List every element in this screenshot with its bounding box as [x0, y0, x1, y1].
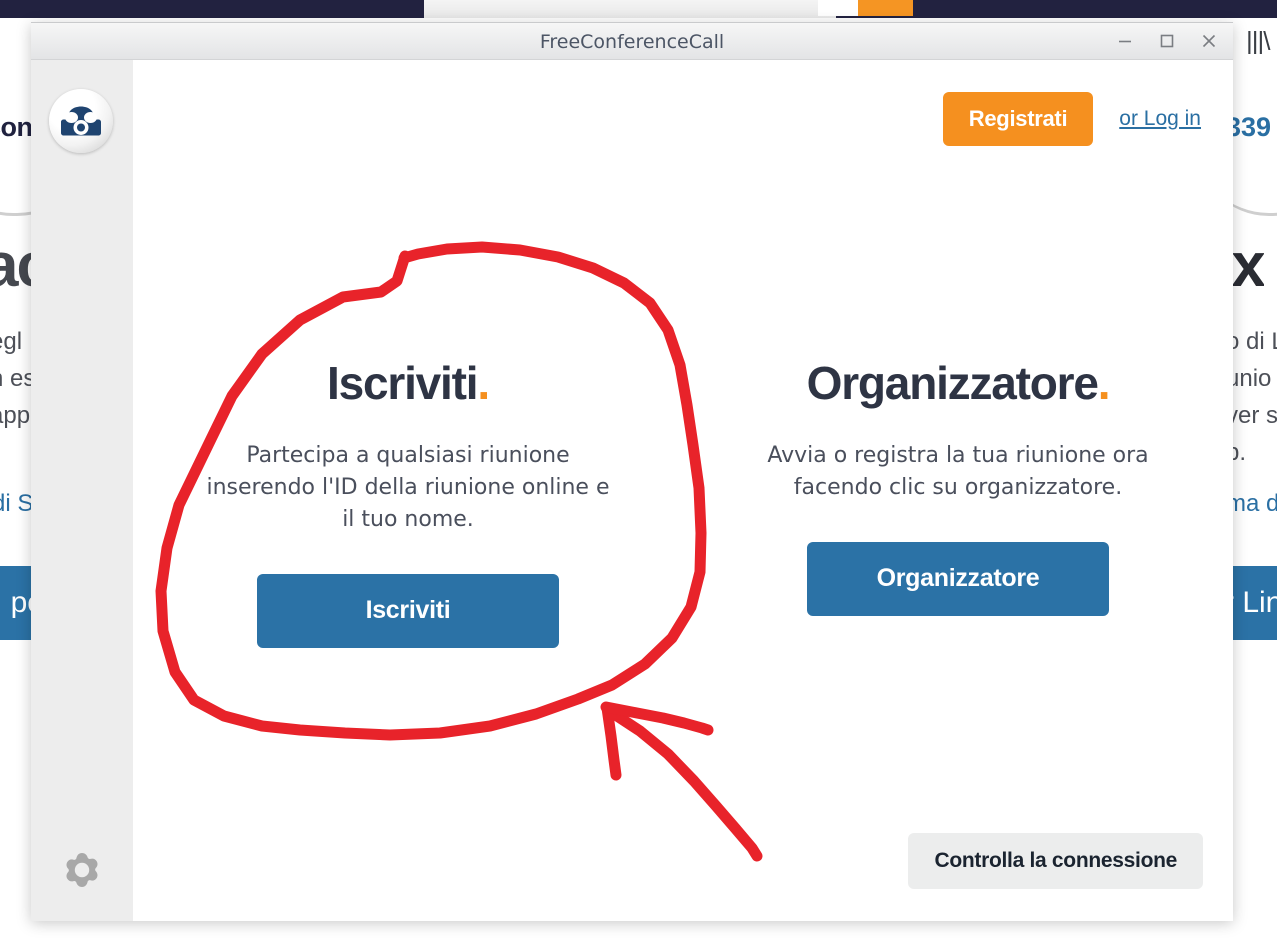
content-header: Registrati or Log in [942, 92, 1201, 146]
iscriviti-button[interactable]: Iscriviti [257, 573, 559, 648]
organizzatore-button[interactable]: Organizzatore [807, 541, 1109, 616]
check-connection-button[interactable]: Controlla la connessione [908, 833, 1203, 889]
panel-title-dot: . [1097, 357, 1111, 409]
bg-body-line-right-3: ver s [1226, 402, 1277, 429]
maximize-icon[interactable] [1155, 29, 1179, 53]
window-titlebar[interactable]: FreeConferenceCall [31, 22, 1233, 60]
panels-container: Iscriviti. Partecipa a qualsiasi riunion… [133, 360, 1233, 648]
app-sidebar [31, 60, 133, 921]
login-link[interactable]: or Log in [1119, 107, 1201, 131]
minimize-icon[interactable] [1113, 29, 1137, 53]
window-controls [1113, 23, 1221, 59]
panel-title-text: Organizzatore [806, 357, 1099, 409]
panel-description-iscriviti: Partecipa a qualsiasi riunione inserendo… [206, 443, 610, 532]
window-title: FreeConferenceCall [539, 31, 725, 53]
panel-title-dot: . [477, 357, 490, 409]
close-icon[interactable] [1197, 29, 1221, 53]
freeconferencecall-window: FreeConferenceCall Registrati or Log in … [31, 22, 1233, 921]
bg-link-fragment-left[interactable]: di S [0, 490, 33, 518]
register-button[interactable]: Registrati [942, 92, 1094, 146]
panel-organizzatore: Organizzatore. Avvia o registra la tua r… [683, 360, 1233, 648]
bg-body-line-left-1: egl [0, 328, 23, 355]
panel-title-iscriviti: Iscriviti. [133, 360, 683, 406]
bg-phone-fragment-left: con [0, 112, 33, 142]
panel-title-organizzatore: Organizzatore. [683, 360, 1233, 406]
library-icon[interactable]: |||\ [1246, 28, 1277, 54]
app-content: Registrati or Log in Iscriviti. Partecip… [133, 60, 1233, 921]
app-body: Registrati or Log in Iscriviti. Partecip… [31, 60, 1233, 921]
bg-body-line-left-3: app [0, 402, 31, 429]
background-browser-topbar-gap [424, 0, 836, 18]
panel-title-text: Iscriviti [327, 357, 478, 409]
bg-link-fragment-right[interactable]: ma d [1226, 490, 1277, 518]
background-topbar-orange-block [858, 0, 913, 16]
panel-iscriviti: Iscriviti. Partecipa a qualsiasi riunion… [133, 360, 683, 648]
screen: con 339 ac ıx egl n es app o di L unio v… [0, 0, 1277, 945]
telephone-logo-icon [49, 89, 113, 153]
bg-body-line-right-1: o di L [1226, 328, 1277, 355]
gear-icon[interactable] [59, 848, 105, 894]
panel-description-organizzatore: Avvia o registra la tua riunione ora fac… [767, 443, 1149, 500]
